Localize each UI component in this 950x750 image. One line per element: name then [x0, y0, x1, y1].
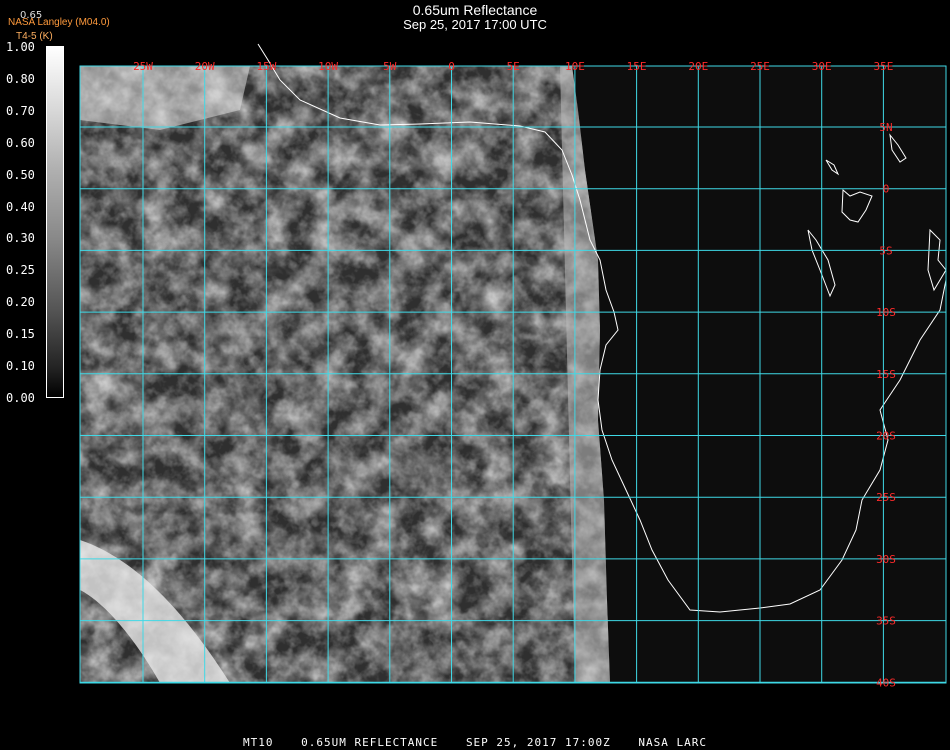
latitude-label: 5N [879, 121, 892, 134]
longitude-label: 20W [195, 60, 215, 73]
latitude-label: 40S [876, 676, 896, 689]
longitude-label: 5E [507, 60, 520, 73]
latitude-label: 20S [876, 430, 896, 443]
latitude-label: 35S [876, 615, 896, 628]
longitude-label: 25W [133, 60, 153, 73]
latitude-label: 25S [876, 491, 896, 504]
latitude-label: 15S [876, 368, 896, 381]
footer-satellite: MT10 [242, 736, 274, 749]
longitude-label: 25E [750, 60, 770, 73]
longitude-label: 20E [688, 60, 708, 73]
longitude-label: 0 [448, 60, 455, 73]
latitude-label: 10S [876, 306, 896, 319]
longitude-label: 10E [565, 60, 585, 73]
longitude-label: 10W [318, 60, 338, 73]
longitude-label: 30E [812, 60, 832, 73]
satellite-map: 25W 20W 15W 10W 5W 0 5E 10E 15E 20E 25E 30E 35E 5N 0 5S… [79, 43, 947, 689]
latitude-label: 0 [883, 183, 890, 196]
longitude-label: 15E [627, 60, 647, 73]
cloud-imagery [80, 66, 610, 683]
longitude-label: 15W [256, 60, 276, 73]
latitude-label: 5S [879, 244, 892, 257]
longitude-label: 35E [873, 60, 893, 73]
footer-source: NASA LARC [638, 736, 708, 749]
latitude-label: 30S [876, 553, 896, 566]
footer-bar: MT10 0.65UM REFLECTANCE SEP 25, 2017 17:… [0, 736, 950, 749]
longitude-label: 5W [383, 60, 397, 73]
footer-date: SEP 25, 2017 17:00Z [465, 736, 611, 749]
footer-product: 0.65UM REFLECTANCE [301, 736, 439, 749]
